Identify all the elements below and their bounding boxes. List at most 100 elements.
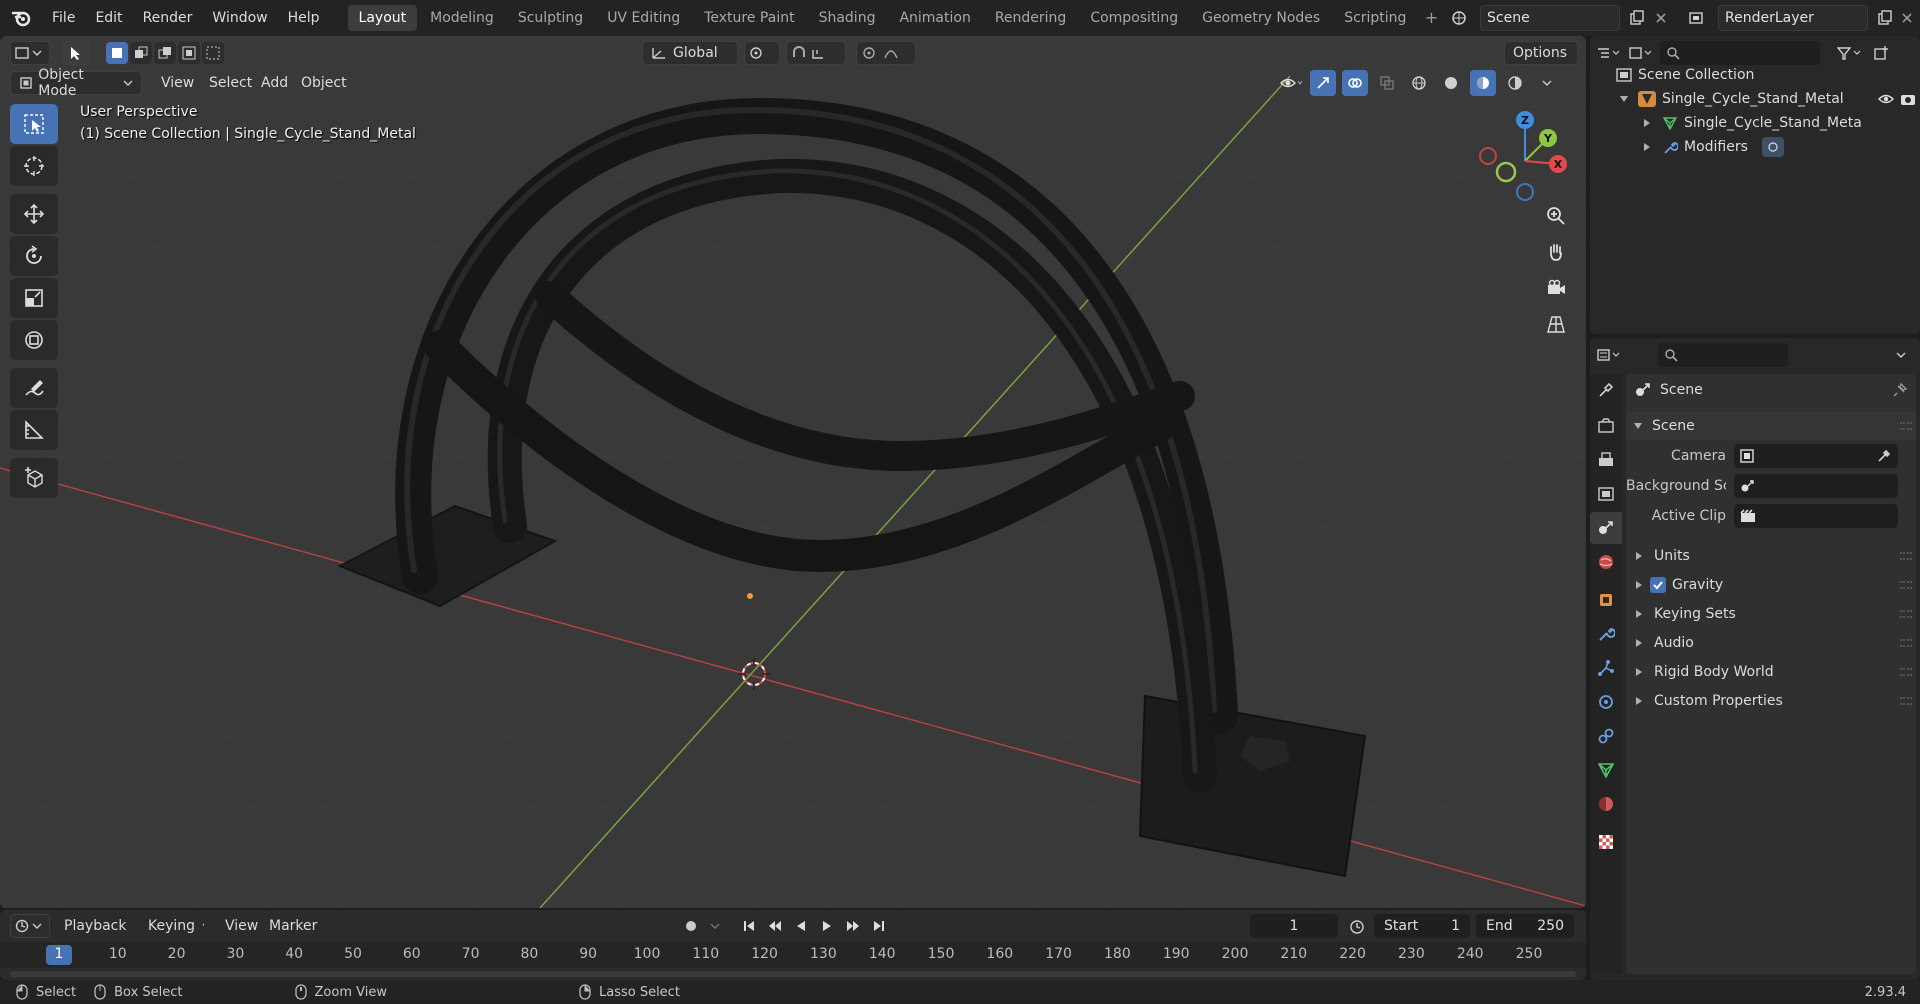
outliner-row-mesh[interactable]: Single_Cycle_Stand_Meta	[1644, 112, 1862, 134]
timeline-menu-marker[interactable]: Marker	[260, 914, 326, 938]
expand-object-chevron-icon[interactable]	[1620, 96, 1628, 102]
viewport-menu-add[interactable]: Add	[252, 71, 297, 95]
jump-to-previous-keyframe-icon[interactable]	[764, 913, 786, 939]
tab-sculpting[interactable]: Sculpting	[507, 5, 594, 31]
view-layer-browse-icon[interactable]	[1684, 5, 1710, 31]
timeline-scrollbar[interactable]	[10, 971, 1576, 977]
gizmo-negative-y[interactable]	[1495, 161, 1517, 183]
select-new-icon[interactable]	[106, 42, 128, 64]
expand-mesh-chevron-icon[interactable]	[1644, 119, 1650, 127]
scene-panel-header[interactable]: Scene	[1626, 412, 1916, 440]
units-chevron-icon[interactable]	[1636, 552, 1642, 560]
tab-layout[interactable]: Layout	[347, 5, 418, 31]
editor-type-dropdown[interactable]	[10, 41, 50, 65]
material-preview-shading-icon[interactable]	[1470, 70, 1496, 96]
options-dropdown[interactable]: Options	[1504, 41, 1578, 65]
gizmo-negative-x[interactable]	[1479, 147, 1497, 165]
physics-tab-icon[interactable]	[1590, 686, 1622, 718]
play-reverse-icon[interactable]	[790, 913, 812, 939]
end-frame-field[interactable]: End 250	[1476, 914, 1574, 938]
current-frame-field[interactable]: 1	[1250, 914, 1338, 938]
rotate-tool-icon[interactable]	[10, 236, 58, 276]
output-tab-icon[interactable]	[1590, 444, 1622, 476]
menu-edit[interactable]: Edit	[85, 5, 132, 31]
navigation-gizmo[interactable]: Z Y X	[1470, 106, 1580, 216]
preview-range-clock-icon[interactable]	[1344, 913, 1370, 939]
object-mode-dropdown[interactable]: Object Mode	[10, 67, 142, 99]
perspective-toggle-grid-icon[interactable]	[1540, 308, 1572, 340]
zoom-view-icon[interactable]	[1540, 200, 1572, 232]
rendered-shading-icon[interactable]	[1502, 70, 1528, 96]
snap-dropdown[interactable]	[786, 41, 846, 65]
render-camera-icon[interactable]	[1900, 92, 1916, 106]
view-layer-tab-icon[interactable]	[1590, 478, 1622, 510]
menu-help[interactable]: Help	[278, 5, 330, 31]
camera-view-icon[interactable]	[1540, 272, 1572, 304]
outliner-search-input[interactable]	[1660, 41, 1820, 65]
panel-drag-grip-icon[interactable]	[1900, 422, 1912, 430]
tab-rendering[interactable]: Rendering	[984, 5, 1078, 31]
audio-drag-grip-icon[interactable]	[1900, 639, 1912, 647]
outliner-display-mode-icon[interactable]	[1628, 40, 1654, 66]
world-tab-icon[interactable]	[1590, 546, 1622, 578]
tab-texture-paint[interactable]: Texture Paint	[693, 5, 805, 31]
texture-tab-icon[interactable]	[1590, 826, 1622, 858]
select-extend-icon[interactable]	[130, 42, 152, 64]
viewport-menu-object[interactable]: Object	[292, 71, 356, 95]
scene-tab-icon[interactable]	[1590, 512, 1622, 544]
shading-options-chevron-icon[interactable]	[1534, 70, 1560, 96]
outliner-new-collection-icon[interactable]	[1868, 40, 1894, 66]
gizmo-negative-z[interactable]	[1516, 183, 1534, 201]
properties-editor-type-icon[interactable]	[1596, 342, 1622, 368]
add-workspace-icon[interactable]: +	[1419, 5, 1443, 31]
select-invert-icon[interactable]	[178, 42, 200, 64]
outliner-filter-icon[interactable]	[1836, 40, 1862, 66]
view-layer-close-icon[interactable]	[1894, 5, 1920, 31]
blender-logo-icon[interactable]	[8, 5, 34, 31]
menu-render[interactable]: Render	[133, 5, 203, 31]
menu-file[interactable]: File	[42, 5, 85, 31]
jump-to-start-icon[interactable]	[738, 913, 760, 939]
playback-menu[interactable]: Playback	[56, 914, 138, 938]
keying-options-chevron-icon[interactable]	[706, 913, 724, 939]
background-scene-field[interactable]	[1734, 474, 1898, 498]
wireframe-shading-icon[interactable]	[1406, 70, 1432, 96]
measure-tool-icon[interactable]	[10, 410, 58, 450]
pin-icon[interactable]	[1892, 382, 1908, 398]
object-tab-icon[interactable]	[1590, 584, 1622, 616]
camera-field[interactable]	[1734, 444, 1898, 468]
tab-compositing[interactable]: Compositing	[1079, 5, 1189, 31]
active-clip-field[interactable]	[1734, 504, 1898, 528]
jump-to-end-icon[interactable]	[868, 913, 890, 939]
tab-shading[interactable]: Shading	[808, 5, 887, 31]
transform-tool-icon[interactable]	[10, 320, 58, 360]
scene-close-icon[interactable]	[1648, 5, 1674, 31]
auto-keying-record-icon[interactable]	[680, 913, 702, 939]
jump-to-next-keyframe-icon[interactable]	[842, 913, 864, 939]
add-cube-tool-icon[interactable]	[10, 458, 58, 498]
properties-options-chevron-icon[interactable]	[1888, 342, 1914, 368]
rigid-body-world-drag-grip-icon[interactable]	[1900, 668, 1912, 676]
tab-geometry-nodes[interactable]: Geometry Nodes	[1191, 5, 1331, 31]
properties-search-input[interactable]	[1658, 343, 1788, 367]
eyedropper-icon[interactable]	[1876, 448, 1892, 464]
select-tool-mode-icon[interactable]	[62, 41, 90, 65]
scene-browse-icon[interactable]	[1446, 5, 1472, 31]
cursor-tool-icon[interactable]	[10, 146, 58, 186]
overlays-toggle-icon[interactable]	[1342, 70, 1368, 96]
scene-copy-icon[interactable]	[1624, 5, 1650, 31]
scene-field[interactable]: Scene	[1480, 5, 1620, 31]
custom-properties-drag-grip-icon[interactable]	[1900, 697, 1912, 705]
outliner-row-scene-collection[interactable]: Scene Collection	[1616, 64, 1754, 86]
rigid-body-world-chevron-icon[interactable]	[1636, 668, 1642, 676]
render-tab-icon[interactable]	[1590, 410, 1622, 442]
gravity-chevron-icon[interactable]	[1636, 581, 1642, 589]
scale-tool-icon[interactable]	[10, 278, 58, 318]
move-tool-icon[interactable]	[10, 194, 58, 234]
menu-window[interactable]: Window	[202, 5, 277, 31]
audio-section[interactable]: Audio	[1626, 629, 1916, 657]
proportional-editing-dropdown[interactable]	[856, 41, 916, 65]
expand-modifiers-chevron-icon[interactable]	[1644, 143, 1650, 151]
scene-panel-chevron-icon[interactable]	[1634, 423, 1642, 429]
modifier-tab-wrench-icon[interactable]	[1590, 618, 1622, 650]
